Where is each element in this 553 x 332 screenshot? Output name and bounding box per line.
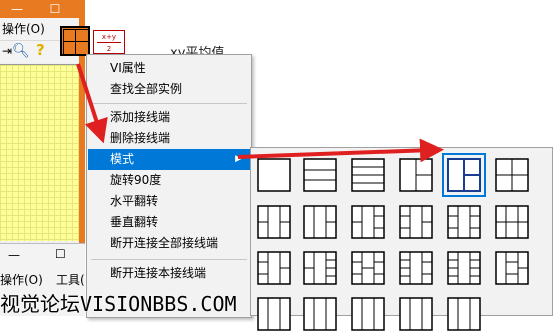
pattern-cell[interactable] — [398, 204, 434, 240]
subvi-connector-icon[interactable] — [60, 26, 90, 56]
pattern-cell[interactable] — [494, 204, 530, 240]
front-panel-grid[interactable] — [0, 64, 85, 241]
menu-item-patterns-label: 模式 — [110, 152, 135, 166]
submenu-arrow-icon: ▶ — [235, 154, 242, 164]
pattern-cell[interactable] — [494, 250, 530, 286]
pattern-cell[interactable] — [256, 296, 292, 332]
connector-pattern-palette — [250, 147, 553, 331]
pattern-cell[interactable] — [256, 250, 292, 286]
pattern-cell[interactable] — [350, 296, 386, 332]
pattern-cell[interactable] — [446, 204, 482, 240]
pattern-cell[interactable] — [398, 296, 434, 332]
menu-separator — [91, 259, 247, 260]
pattern-cell[interactable] — [446, 250, 482, 286]
menu-separator — [91, 103, 247, 104]
menu-tools[interactable]: 工具( — [56, 271, 85, 288]
pattern-cell[interactable] — [302, 296, 338, 332]
menu-item-vi-properties[interactable]: VI属性 — [88, 58, 250, 79]
pattern-cell[interactable] — [256, 204, 292, 240]
pattern-cell[interactable] — [350, 204, 386, 240]
pattern-cell-selected[interactable] — [442, 153, 486, 197]
pattern-cell[interactable] — [302, 157, 338, 193]
second-window-menu-bar: 操作(O) 工具( — [0, 268, 85, 290]
pattern-cell[interactable] — [494, 157, 530, 193]
minimize-icon[interactable]: — — [8, 248, 20, 262]
watermark: 视觉论坛VISIONBBS.COM — [0, 292, 237, 316]
menu-operate[interactable]: 操作(O) — [2, 18, 45, 40]
pattern-cell[interactable] — [398, 250, 434, 286]
minimize-icon[interactable]: — — [6, 0, 28, 18]
toolbar-sep: ⇥ — [2, 44, 13, 58]
pattern-cell[interactable] — [446, 296, 482, 332]
menu-item-rotate-90[interactable]: 旋转90度 — [88, 170, 250, 191]
menu-item-remove-terminal[interactable]: 删除接线端 — [88, 128, 250, 149]
menu-item-find-all-instances[interactable]: 查找全部实例 — [88, 79, 250, 100]
pattern-cell[interactable] — [302, 204, 338, 240]
menu-item-disconnect-all[interactable]: 断开连接全部接线端 — [88, 233, 250, 254]
menu-item-flip-vertical[interactable]: 垂直翻转 — [88, 212, 250, 233]
menu-item-disconnect-this[interactable]: 断开连接本接线端 — [88, 263, 250, 284]
pattern-cell[interactable] — [302, 250, 338, 286]
pattern-cell[interactable] — [350, 157, 386, 193]
pattern-cell[interactable] — [256, 157, 292, 193]
maximize-icon[interactable]: ☐ — [55, 247, 66, 261]
search-icon[interactable]: 🔍︎ — [12, 43, 30, 59]
maximize-icon[interactable]: ☐ — [44, 0, 66, 18]
menu-item-patterns[interactable]: 模式 ▶ — [88, 149, 250, 170]
menu-operate[interactable]: 操作(O) — [0, 271, 43, 288]
second-window-title-bar: — ☐ — [0, 243, 85, 268]
pattern-cell[interactable] — [350, 250, 386, 286]
menu-item-add-terminal[interactable]: 添加接线端 — [88, 107, 250, 128]
help-icon[interactable]: ? — [36, 41, 45, 59]
context-menu: VI属性 查找全部实例 添加接线端 删除接线端 模式 ▶ 旋转90度 水平翻转 … — [86, 54, 252, 318]
vi-icon-formula[interactable]: x+y 2 — [93, 30, 125, 54]
menu-item-flip-horizontal[interactable]: 水平翻转 — [88, 191, 250, 212]
pattern-cell[interactable] — [398, 157, 434, 193]
